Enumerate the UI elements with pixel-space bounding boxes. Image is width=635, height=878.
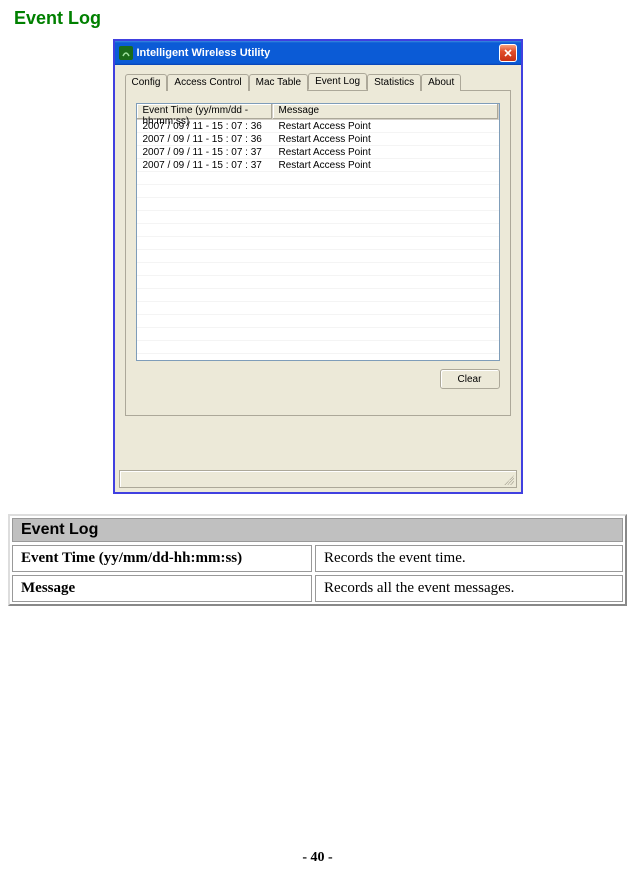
app-icon: [119, 46, 133, 60]
cell-time: 2007 / 09 / 11 - 15 : 07 : 37: [137, 160, 273, 171]
window-body: Config Access Control Mac Table Event Lo…: [115, 65, 521, 424]
info-desc: Records all the event messages.: [315, 575, 623, 602]
cell-msg: Restart Access Point: [273, 147, 499, 158]
cell-msg: Restart Access Point: [273, 121, 499, 132]
app-window: Intelligent Wireless Utility Config Acce…: [113, 39, 523, 494]
tab-about[interactable]: About: [421, 74, 461, 91]
screenshot-container: Intelligent Wireless Utility Config Acce…: [0, 39, 635, 494]
table-row[interactable]: 2007 / 09 / 11 - 15 : 07 : 37 Restart Ac…: [137, 146, 499, 159]
info-table: Event Log Event Time (yy/mm/dd-hh:mm:ss)…: [8, 514, 627, 606]
statusbar: [119, 470, 517, 488]
column-message[interactable]: Message: [273, 104, 499, 119]
titlebar: Intelligent Wireless Utility: [115, 41, 521, 65]
info-desc: Records the event time.: [315, 545, 623, 572]
cell-time: 2007 / 09 / 11 - 15 : 07 : 36: [137, 134, 273, 145]
close-icon: [504, 49, 512, 57]
tab-config[interactable]: Config: [125, 74, 168, 91]
table-row[interactable]: 2007 / 09 / 11 - 15 : 07 : 36 Restart Ac…: [137, 120, 499, 133]
info-table-header: Event Log: [12, 518, 623, 542]
info-label: Event Time (yy/mm/dd-hh:mm:ss): [12, 545, 312, 572]
list-body: 2007 / 09 / 11 - 15 : 07 : 36 Restart Ac…: [137, 120, 499, 360]
table-row[interactable]: 2007 / 09 / 11 - 15 : 07 : 37 Restart Ac…: [137, 159, 499, 172]
clear-button[interactable]: Clear: [440, 369, 500, 389]
table-row[interactable]: 2007 / 09 / 11 - 15 : 07 : 36 Restart Ac…: [137, 133, 499, 146]
column-event-time[interactable]: Event Time (yy/mm/dd - hh:mm:ss): [137, 104, 273, 119]
tab-mac-table[interactable]: Mac Table: [249, 74, 308, 91]
info-row: Event Time (yy/mm/dd-hh:mm:ss) Records t…: [12, 545, 623, 572]
titlebar-text: Intelligent Wireless Utility: [137, 47, 499, 59]
event-list[interactable]: Event Time (yy/mm/dd - hh:mm:ss) Message…: [136, 103, 500, 361]
cell-time: 2007 / 09 / 11 - 15 : 07 : 36: [137, 121, 273, 132]
tab-strip: Config Access Control Mac Table Event Lo…: [125, 73, 511, 91]
page-title: Event Log: [0, 0, 635, 39]
tab-event-log[interactable]: Event Log: [308, 73, 367, 90]
tab-access-control[interactable]: Access Control: [167, 74, 248, 91]
info-rows: Event Time (yy/mm/dd-hh:mm:ss) Records t…: [12, 545, 623, 602]
cell-time: 2007 / 09 / 11 - 15 : 07 : 37: [137, 147, 273, 158]
info-row: Message Records all the event messages.: [12, 575, 623, 602]
tab-content: Event Time (yy/mm/dd - hh:mm:ss) Message…: [125, 91, 511, 416]
list-header: Event Time (yy/mm/dd - hh:mm:ss) Message: [137, 104, 499, 120]
cell-msg: Restart Access Point: [273, 134, 499, 145]
tab-statistics[interactable]: Statistics: [367, 74, 421, 91]
close-button[interactable]: [499, 44, 517, 62]
cell-msg: Restart Access Point: [273, 160, 499, 171]
page-number: - 40 -: [0, 850, 635, 866]
info-label: Message: [12, 575, 312, 602]
clear-row: Clear: [136, 369, 500, 389]
